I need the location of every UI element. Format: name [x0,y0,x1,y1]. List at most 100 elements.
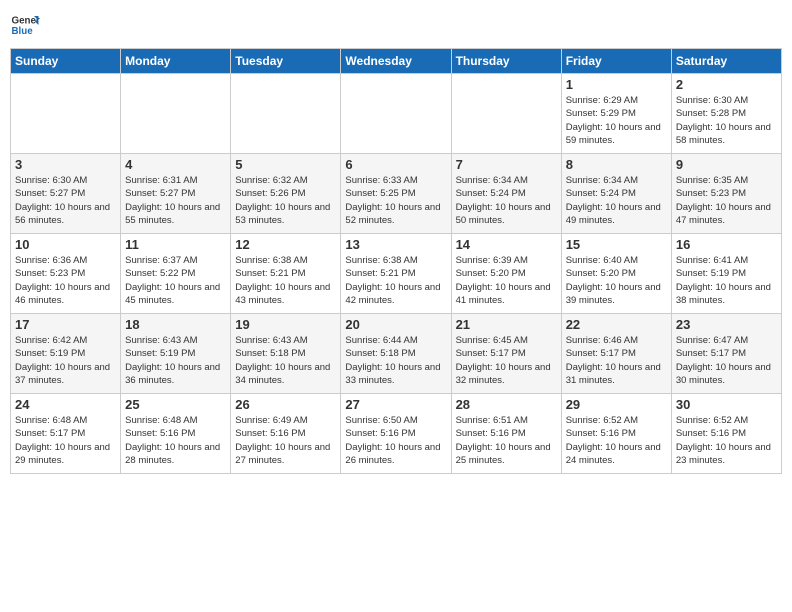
day-info: Sunrise: 6:39 AM Sunset: 5:20 PM Dayligh… [456,254,557,307]
day-info: Sunrise: 6:47 AM Sunset: 5:17 PM Dayligh… [676,334,777,387]
calendar-day-cell: 10 Sunrise: 6:36 AM Sunset: 5:23 PM Dayli… [11,234,121,314]
calendar-day-cell: 20 Sunrise: 6:44 AM Sunset: 5:18 PM Dayli… [341,314,451,394]
calendar-week-row: 3 Sunrise: 6:30 AM Sunset: 5:27 PM Daylig… [11,154,782,234]
day-number: 18 [125,317,226,332]
day-info: Sunrise: 6:30 AM Sunset: 5:27 PM Dayligh… [15,174,116,227]
calendar-day-cell: 8 Sunrise: 6:34 AM Sunset: 5:24 PM Daylig… [561,154,671,234]
calendar-day-cell: 2 Sunrise: 6:30 AM Sunset: 5:28 PM Daylig… [671,74,781,154]
day-number: 14 [456,237,557,252]
day-number: 9 [676,157,777,172]
day-number: 16 [676,237,777,252]
calendar-day-cell [11,74,121,154]
day-number: 8 [566,157,667,172]
day-info: Sunrise: 6:42 AM Sunset: 5:19 PM Dayligh… [15,334,116,387]
day-number: 13 [345,237,446,252]
day-number: 24 [15,397,116,412]
day-info: Sunrise: 6:48 AM Sunset: 5:17 PM Dayligh… [15,414,116,467]
calendar-week-row: 24 Sunrise: 6:48 AM Sunset: 5:17 PM Dayli… [11,394,782,474]
day-number: 1 [566,77,667,92]
day-info: Sunrise: 6:52 AM Sunset: 5:16 PM Dayligh… [566,414,667,467]
day-info: Sunrise: 6:45 AM Sunset: 5:17 PM Dayligh… [456,334,557,387]
calendar-day-cell [121,74,231,154]
day-info: Sunrise: 6:46 AM Sunset: 5:17 PM Dayligh… [566,334,667,387]
calendar-header-row: SundayMondayTuesdayWednesdayThursdayFrid… [11,49,782,74]
day-info: Sunrise: 6:38 AM Sunset: 5:21 PM Dayligh… [345,254,446,307]
calendar-day-cell: 26 Sunrise: 6:49 AM Sunset: 5:16 PM Dayli… [231,394,341,474]
day-info: Sunrise: 6:32 AM Sunset: 5:26 PM Dayligh… [235,174,336,227]
calendar-day-cell: 7 Sunrise: 6:34 AM Sunset: 5:24 PM Daylig… [451,154,561,234]
day-info: Sunrise: 6:43 AM Sunset: 5:18 PM Dayligh… [235,334,336,387]
day-of-week-header: Wednesday [341,49,451,74]
day-of-week-header: Saturday [671,49,781,74]
day-number: 11 [125,237,226,252]
day-number: 21 [456,317,557,332]
calendar-day-cell: 3 Sunrise: 6:30 AM Sunset: 5:27 PM Daylig… [11,154,121,234]
day-info: Sunrise: 6:40 AM Sunset: 5:20 PM Dayligh… [566,254,667,307]
day-number: 19 [235,317,336,332]
logo-icon: General Blue [10,10,40,40]
calendar-day-cell: 11 Sunrise: 6:37 AM Sunset: 5:22 PM Dayli… [121,234,231,314]
day-info: Sunrise: 6:41 AM Sunset: 5:19 PM Dayligh… [676,254,777,307]
calendar-day-cell: 12Sunrise: 6:38 AM Sunset: 5:21 PM Dayli… [231,234,341,314]
calendar-day-cell: 27Sunrise: 6:50 AM Sunset: 5:16 PM Dayli… [341,394,451,474]
day-info: Sunrise: 6:36 AM Sunset: 5:23 PM Dayligh… [15,254,116,307]
calendar-day-cell: 13 Sunrise: 6:38 AM Sunset: 5:21 PM Dayli… [341,234,451,314]
day-info: Sunrise: 6:52 AM Sunset: 5:16 PM Dayligh… [676,414,777,467]
day-number: 17 [15,317,116,332]
day-of-week-header: Tuesday [231,49,341,74]
logo: General Blue [10,10,40,40]
day-number: 4 [125,157,226,172]
day-number: 30 [676,397,777,412]
day-info: Sunrise: 6:29 AM Sunset: 5:29 PM Dayligh… [566,94,667,147]
svg-text:Blue: Blue [12,26,34,37]
calendar-day-cell: 9 Sunrise: 6:35 AM Sunset: 5:23 PM Daylig… [671,154,781,234]
calendar-day-cell: 22 Sunrise: 6:46 AM Sunset: 5:17 PM Dayli… [561,314,671,394]
calendar-day-cell: 28Sunrise: 6:51 AM Sunset: 5:16 PM Dayli… [451,394,561,474]
day-number: 7 [456,157,557,172]
day-number: 5 [235,157,336,172]
day-info: Sunrise: 6:34 AM Sunset: 5:24 PM Dayligh… [456,174,557,227]
day-info: Sunrise: 6:43 AM Sunset: 5:19 PM Dayligh… [125,334,226,387]
calendar-week-row: 17 Sunrise: 6:42 AM Sunset: 5:19 PM Dayli… [11,314,782,394]
calendar-day-cell: 1 Sunrise: 6:29 AM Sunset: 5:29 PM Daylig… [561,74,671,154]
day-info: Sunrise: 6:44 AM Sunset: 5:18 PM Dayligh… [345,334,446,387]
day-number: 2 [676,77,777,92]
calendar-table: SundayMondayTuesdayWednesdayThursdayFrid… [10,48,782,474]
calendar-day-cell [451,74,561,154]
day-number: 20 [345,317,446,332]
calendar-day-cell: 14 Sunrise: 6:39 AM Sunset: 5:20 PM Dayli… [451,234,561,314]
day-info: Sunrise: 6:51 AM Sunset: 5:16 PM Dayligh… [456,414,557,467]
day-info: Sunrise: 6:49 AM Sunset: 5:16 PM Dayligh… [235,414,336,467]
day-number: 26 [235,397,336,412]
header: General Blue [10,10,782,40]
day-number: 10 [15,237,116,252]
day-number: 3 [15,157,116,172]
calendar-day-cell: 17 Sunrise: 6:42 AM Sunset: 5:19 PM Dayli… [11,314,121,394]
calendar-day-cell: 18 Sunrise: 6:43 AM Sunset: 5:19 PM Dayli… [121,314,231,394]
day-number: 12 [235,237,336,252]
calendar-day-cell: 21 Sunrise: 6:45 AM Sunset: 5:17 PM Dayli… [451,314,561,394]
day-info: Sunrise: 6:37 AM Sunset: 5:22 PM Dayligh… [125,254,226,307]
day-info: Sunrise: 6:30 AM Sunset: 5:28 PM Dayligh… [676,94,777,147]
day-number: 22 [566,317,667,332]
calendar-day-cell: 23Sunrise: 6:47 AM Sunset: 5:17 PM Dayli… [671,314,781,394]
day-info: Sunrise: 6:33 AM Sunset: 5:25 PM Dayligh… [345,174,446,227]
day-of-week-header: Sunday [11,49,121,74]
day-number: 6 [345,157,446,172]
calendar-day-cell: 30 Sunrise: 6:52 AM Sunset: 5:16 PM Dayli… [671,394,781,474]
calendar-day-cell [231,74,341,154]
calendar-day-cell: 6 Sunrise: 6:33 AM Sunset: 5:25 PM Daylig… [341,154,451,234]
calendar-day-cell: 15Sunrise: 6:40 AM Sunset: 5:20 PM Dayli… [561,234,671,314]
calendar-day-cell: 24 Sunrise: 6:48 AM Sunset: 5:17 PM Dayli… [11,394,121,474]
calendar-day-cell: 4Sunrise: 6:31 AM Sunset: 5:27 PM Daylig… [121,154,231,234]
day-info: Sunrise: 6:34 AM Sunset: 5:24 PM Dayligh… [566,174,667,227]
day-info: Sunrise: 6:50 AM Sunset: 5:16 PM Dayligh… [345,414,446,467]
calendar-day-cell: 16 Sunrise: 6:41 AM Sunset: 5:19 PM Dayli… [671,234,781,314]
day-of-week-header: Thursday [451,49,561,74]
calendar-week-row: 1 Sunrise: 6:29 AM Sunset: 5:29 PM Daylig… [11,74,782,154]
day-info: Sunrise: 6:48 AM Sunset: 5:16 PM Dayligh… [125,414,226,467]
calendar-day-cell [341,74,451,154]
day-info: Sunrise: 6:35 AM Sunset: 5:23 PM Dayligh… [676,174,777,227]
calendar-day-cell: 29Sunrise: 6:52 AM Sunset: 5:16 PM Dayli… [561,394,671,474]
calendar-day-cell: 25Sunrise: 6:48 AM Sunset: 5:16 PM Dayli… [121,394,231,474]
